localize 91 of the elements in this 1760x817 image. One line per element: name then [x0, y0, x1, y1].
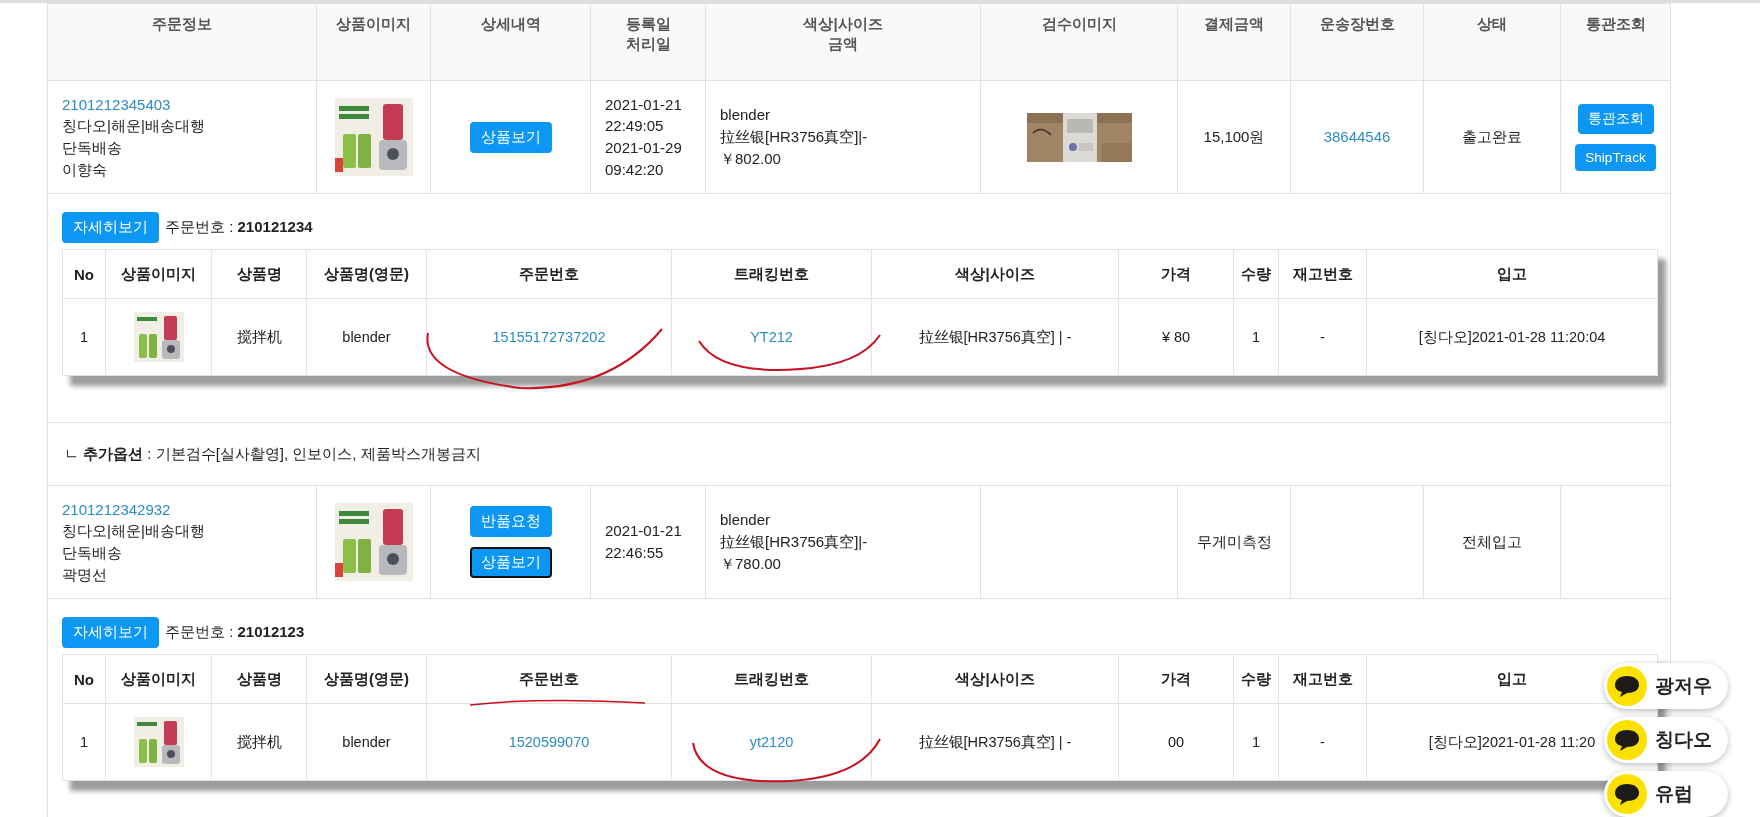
- column-header: 트래킹번호: [671, 654, 872, 704]
- date-text: 2021-01-29: [605, 138, 683, 158]
- date-text: 09:42:20: [605, 159, 665, 180]
- chat-button[interactable]: 유럽: [1604, 771, 1728, 817]
- table-cell: -: [1278, 298, 1367, 376]
- table-cell: 1: [62, 703, 106, 781]
- column-header: 등록일 처리일: [590, 3, 706, 81]
- column-header: 가격: [1118, 654, 1234, 704]
- product-text: 拉丝银[HR3756真空]|-: [720, 532, 869, 553]
- order-number-link[interactable]: 2101212342932: [62, 500, 171, 518]
- customs-button[interactable]: 통관조회: [1577, 103, 1654, 134]
- column-header: 상세내역: [430, 3, 591, 81]
- table-cell: 搅拌机: [211, 298, 307, 376]
- customs-button[interactable]: ShipTrack: [1575, 143, 1656, 171]
- order-info-text: 단독배송: [62, 138, 123, 158]
- extra-options-text: ㄴ 추가옵션 : 기본검수[실사촬영], 인보이스, 제품박스개봉금지: [64, 444, 481, 462]
- column-header: 트래킹번호: [671, 249, 872, 299]
- column-header: 수량: [1233, 654, 1279, 704]
- order-number-link[interactable]: 2101212345403: [62, 95, 171, 113]
- order-number-link[interactable]: 15155172737202: [492, 329, 606, 345]
- column-header: 상품명: [211, 249, 307, 299]
- chat-bubble-icon: [1607, 720, 1647, 760]
- column-header: 상품이미지: [316, 3, 431, 81]
- product-text: ￥802.00: [720, 148, 782, 169]
- column-header: No: [62, 249, 106, 299]
- chat-bubble-icon: [1607, 666, 1647, 706]
- date-text: 22:49:05: [605, 116, 665, 137]
- details-button[interactable]: 자세히보기: [62, 212, 159, 243]
- column-header: 검수이미지: [980, 3, 1178, 81]
- product-view-button[interactable]: 상품보기: [469, 547, 552, 578]
- column-header: 상품명(영문): [306, 654, 427, 704]
- product-text: 拉丝银[HR3756真空]|-: [720, 127, 869, 148]
- column-header: 상태: [1423, 3, 1561, 81]
- payment-text: 15,100원: [1177, 80, 1291, 194]
- table-cell: blender: [306, 703, 427, 781]
- table-cell: blender: [306, 298, 427, 376]
- date-text: 2021-01-21: [605, 521, 683, 542]
- product-view-button[interactable]: 상품보기: [469, 121, 552, 153]
- column-header: 재고번호: [1278, 654, 1367, 704]
- order-number-link[interactable]: 1520599070: [508, 734, 590, 750]
- tracking-link[interactable]: yt2120: [749, 734, 794, 750]
- table-cell: ¥ 80: [1118, 298, 1234, 376]
- column-header: 주문번호: [426, 654, 672, 704]
- waybill-link[interactable]: 38644546: [1323, 128, 1391, 146]
- chat-button[interactable]: 광저우: [1604, 663, 1728, 709]
- order-info-text: 칭다오|해운|배송대행: [62, 116, 206, 137]
- order-number-text: 주문번호 : 21012123: [165, 623, 305, 642]
- column-header: 상품이미지: [105, 654, 212, 704]
- table-cell: 拉丝银[HR3756真空] | -: [871, 298, 1119, 376]
- column-header: 주문정보: [47, 3, 317, 81]
- table-cell: 1: [1233, 298, 1279, 376]
- column-header: 통관조회: [1560, 3, 1671, 81]
- product-view-button[interactable]: 반품요청: [469, 506, 552, 537]
- column-header: 수량: [1233, 249, 1279, 299]
- table-cell: 00: [1118, 703, 1234, 781]
- date-text: 2021-01-21: [605, 94, 683, 115]
- order-info-text: 단독배송: [62, 543, 123, 563]
- chat-button[interactable]: 칭다오: [1604, 717, 1728, 763]
- column-header: 상품명(영문): [306, 249, 427, 299]
- product-text: blender: [720, 105, 772, 126]
- column-header: No: [62, 654, 106, 704]
- details-button[interactable]: 자세히보기: [62, 617, 159, 648]
- tracking-link[interactable]: YT212: [750, 329, 793, 345]
- order-number-text: 주문번호 : 210121234: [165, 218, 313, 237]
- table-cell: 拉丝银[HR3756真空] | -: [871, 703, 1119, 781]
- table-cell: -: [1278, 703, 1367, 781]
- table-cell: 搅拌机: [211, 703, 307, 781]
- chat-bubble-icon: [1607, 774, 1647, 814]
- column-header: 색상|사이즈: [871, 654, 1119, 704]
- column-header: 입고: [1366, 249, 1658, 299]
- column-header: 주문번호: [426, 249, 672, 299]
- order-info-text: 이향숙: [62, 159, 108, 180]
- order-info-text: 곽명선: [62, 564, 108, 585]
- status-text: 출고완료: [1423, 80, 1561, 194]
- status-text: 전체입고: [1423, 485, 1561, 599]
- product-text: ￥780.00: [720, 553, 782, 574]
- column-header: 색상|사이즈: [871, 249, 1119, 299]
- product-text: blender: [720, 510, 772, 531]
- date-text: 22:46:55: [605, 543, 665, 563]
- column-header: 상품명: [211, 654, 307, 704]
- column-header: 가격: [1118, 249, 1234, 299]
- column-header: 색상|사이즈 금액: [705, 3, 981, 81]
- table-cell: 1: [62, 298, 106, 376]
- column-header: 운송장번호: [1290, 3, 1424, 81]
- column-header: 결제금액: [1177, 3, 1291, 81]
- order-info-text: 칭다오|해운|배송대행: [62, 521, 206, 542]
- column-header: 재고번호: [1278, 249, 1367, 299]
- payment-text: 무게미측정: [1177, 485, 1291, 599]
- table-cell: 1: [1233, 703, 1279, 781]
- column-header: 상품이미지: [105, 249, 212, 299]
- table-cell: [칭다오]2021-01-28 11:20:04: [1366, 298, 1658, 376]
